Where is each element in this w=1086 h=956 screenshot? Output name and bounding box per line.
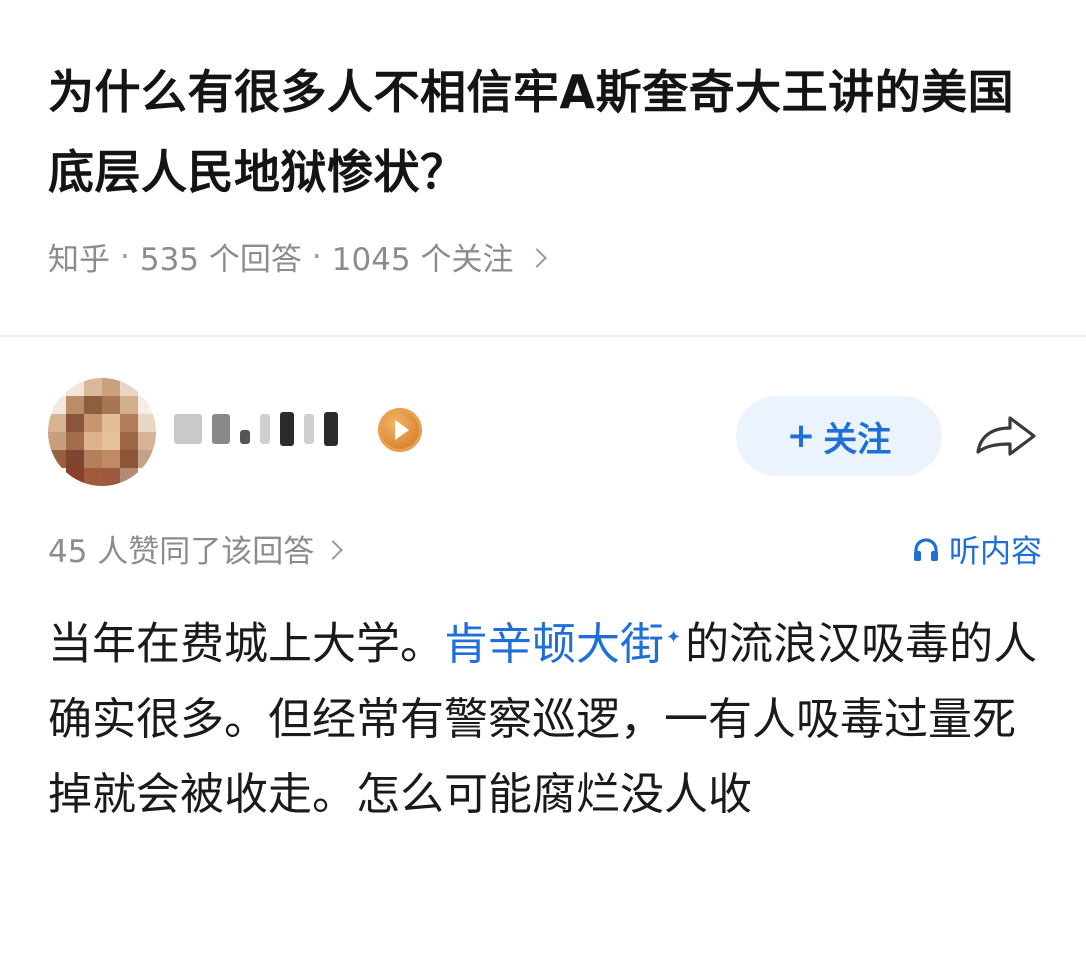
avatar[interactable] <box>48 378 156 486</box>
author-name-blurred[interactable] <box>174 412 338 446</box>
votes-link[interactable]: 45 人赞同了该回答 <box>48 526 344 571</box>
follow-label: 关注 <box>823 419 892 460</box>
listen-button[interactable]: 听内容 <box>911 526 1042 571</box>
meta-separator: · <box>120 238 130 275</box>
listen-label: 听内容 <box>949 534 1042 570</box>
answer-count: 535 个回答 <box>139 242 302 278</box>
search-link-term[interactable]: 肯辛顿大街 ✦ <box>444 619 685 670</box>
answer-text-start: 当年在费城上大学。 <box>48 618 444 670</box>
question-meta[interactable]: 知乎 · 535 个回答 · 1045 个关注 <box>48 234 1048 279</box>
share-arrow-icon[interactable] <box>970 408 1042 464</box>
answer-text: 当年在费城上大学。肯辛顿大街 ✦的流浪汉吸毒的人确实很多。但经常有警察巡逻，一有人… <box>48 600 1038 832</box>
author-row: + 关注 <box>48 378 1048 488</box>
follow-button[interactable]: + 关注 <box>736 396 942 476</box>
answer-meta-row: 45 人赞同了该回答 听内容 <box>48 526 1042 571</box>
sparkle-icon: ✦ <box>666 627 682 648</box>
question-header: 为什么有很多人不相信牢A斯奎奇大王讲的美国底层人民地狱惨状？ 知乎 · 535 … <box>48 52 1048 279</box>
plus-icon: + <box>786 416 816 456</box>
link-term-text: 肯辛顿大街 <box>444 618 664 670</box>
section-divider <box>0 335 1086 337</box>
follow-count: 1045 个关注 <box>331 242 514 278</box>
blur-block <box>174 414 202 444</box>
blur-block <box>260 414 270 444</box>
chevron-right-icon <box>323 539 344 560</box>
headphones-icon <box>914 537 938 561</box>
meta-separator: · <box>311 238 322 275</box>
orange-play-badge-icon <box>378 408 422 452</box>
votes-count: 45 人赞同了该回答 <box>48 534 315 570</box>
blur-block <box>212 414 230 444</box>
source-label: 知乎 <box>48 242 110 278</box>
blur-block <box>240 430 250 444</box>
blur-block <box>324 412 338 446</box>
blur-block <box>280 412 294 446</box>
chevron-right-icon <box>526 247 547 268</box>
blur-block <box>304 414 314 444</box>
question-title[interactable]: 为什么有很多人不相信牢A斯奎奇大王讲的美国底层人民地狱惨状？ <box>48 52 1048 212</box>
